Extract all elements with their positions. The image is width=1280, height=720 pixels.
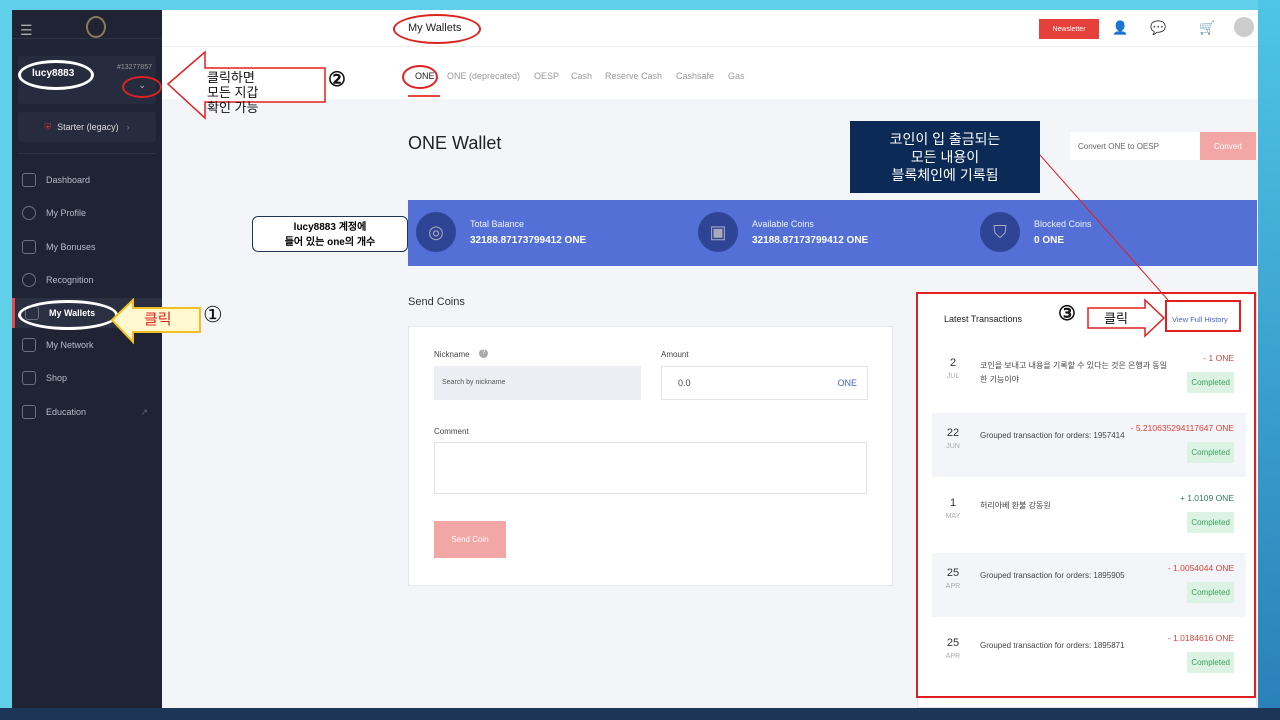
annotation-1-text: 클릭 xyxy=(144,311,172,328)
connector-line xyxy=(1039,154,1169,301)
annotation-2-text: 클릭하면 모든 지갑 확인 가능 xyxy=(207,70,259,115)
annotation-3-text: 클릭 xyxy=(1104,311,1128,326)
annotation-2-number: ② xyxy=(328,69,346,91)
balance-note: lucy8883 계정에 들어 있는 one의 개수 xyxy=(252,216,408,252)
annotation-arrows xyxy=(110,50,1169,345)
blockchain-note: 코인이 입 출금되는 모든 내용이 블록체인에 기록됨 xyxy=(850,121,1040,193)
annotation-3-number: ③ xyxy=(1058,303,1076,325)
annotation-1-number: ① xyxy=(203,302,223,327)
